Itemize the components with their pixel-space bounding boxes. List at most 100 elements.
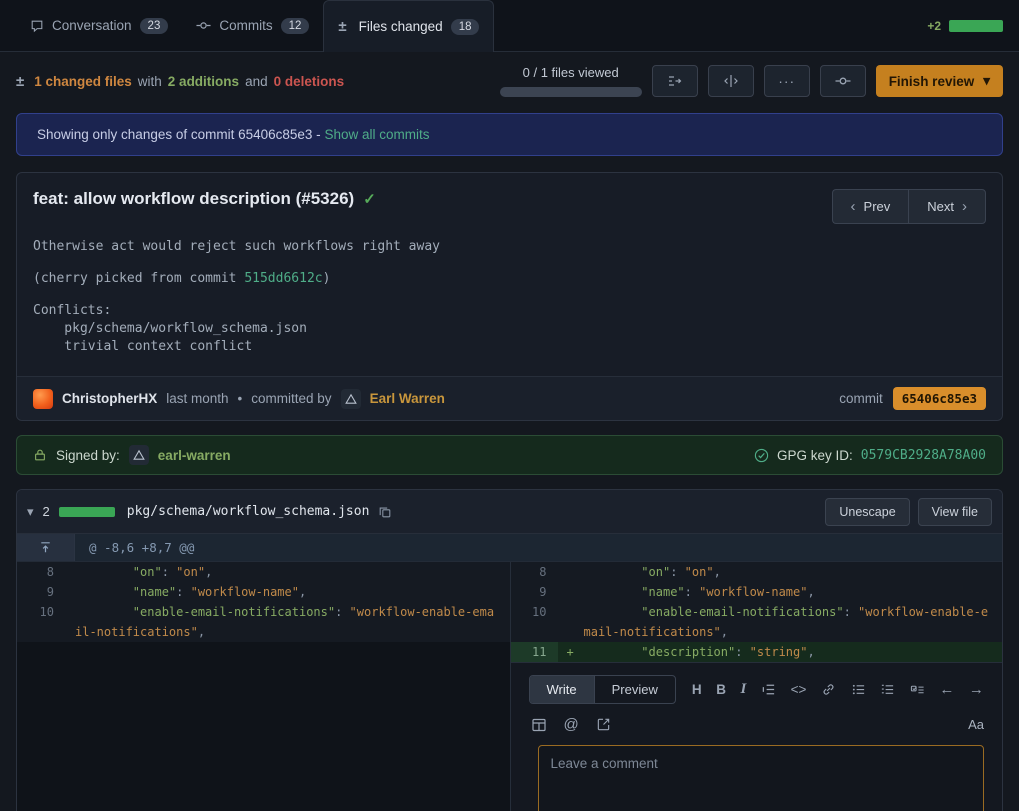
comment-input[interactable]	[538, 745, 985, 811]
files-viewed: 0 / 1 files viewed	[500, 65, 642, 97]
commit-hash-badge[interactable]: 65406c85e3	[893, 387, 986, 410]
line-number-left[interactable]: 8	[17, 562, 65, 582]
next-commit-button[interactable]: Next ›	[908, 189, 986, 224]
code-token: "on"	[75, 565, 162, 579]
tab-preview[interactable]: Preview	[594, 676, 675, 703]
copy-icon[interactable]	[378, 505, 392, 519]
code-token: ,	[714, 565, 721, 579]
code-token: :	[735, 645, 749, 659]
code-token: "workflow-name"	[699, 585, 807, 599]
ellipsis-icon: ···	[778, 73, 795, 89]
committer-avatar[interactable]	[341, 389, 361, 409]
caret-down-icon: ▾	[983, 73, 990, 89]
view-file-button[interactable]: View file	[918, 498, 992, 526]
bullet-list-icon[interactable]	[851, 682, 866, 697]
expand-hunk-button[interactable]	[17, 534, 75, 561]
deletions-count: 0 deletions	[274, 74, 345, 89]
finish-review-button[interactable]: Finish review ▾	[876, 65, 1003, 97]
file-diff-icon: ±	[338, 18, 346, 35]
empty-code-cell	[65, 642, 510, 662]
diff-options-button[interactable]: ···	[764, 65, 810, 97]
commit-select-button[interactable]	[820, 65, 866, 97]
whitespace-options-button[interactable]	[652, 65, 698, 97]
line-number-right[interactable]: 10	[510, 602, 558, 642]
diff-code-left-9: "name": "workflow-name",	[65, 582, 510, 602]
arrow-right-icon[interactable]: →	[969, 681, 984, 698]
signer-name-link[interactable]: earl-warren	[158, 448, 231, 463]
line-number-right[interactable]: 9	[510, 582, 558, 602]
split-diff-table: 8 "on": "on", 8 "on": "on", 9 "name": "w…	[17, 562, 1002, 811]
code-icon[interactable]: <>	[791, 682, 807, 697]
ci-success-check-icon[interactable]: ✓	[363, 190, 376, 208]
task-list-icon[interactable]	[910, 682, 925, 697]
tab-conversation[interactable]: Conversation 23	[16, 0, 182, 51]
code-token: ,	[721, 625, 728, 639]
markdown-editor-header: Write Preview H B I <>	[529, 675, 985, 704]
prev-commit-button[interactable]: ‹ Prev	[832, 189, 909, 224]
tab-label: Files changed	[359, 19, 443, 34]
committer-name-link[interactable]: Earl Warren	[370, 391, 445, 406]
code-token: :	[670, 565, 684, 579]
tab-label: Commits	[219, 18, 272, 33]
reference-icon[interactable]	[596, 717, 611, 732]
italic-icon[interactable]: I	[741, 681, 747, 698]
commit-header: feat: allow workflow description (#5326)…	[17, 173, 1002, 230]
author-name-link[interactable]: ChristopherHX	[62, 391, 157, 406]
heading-icon[interactable]: H	[692, 682, 702, 697]
line-number-left[interactable]: 9	[17, 582, 65, 602]
additions-count: 2 additions	[168, 74, 239, 89]
code-token: "string"	[750, 645, 808, 659]
file-diff-box: ▾ 2 pkg/schema/workflow_schema.json Unes…	[16, 489, 1003, 811]
code-token: "name"	[584, 585, 685, 599]
numbered-list-icon[interactable]	[880, 682, 895, 697]
diff-stat-summary: +2	[927, 0, 1003, 51]
code-token: "enable-email-notifications"	[584, 605, 844, 619]
changed-files-link[interactable]: 1 changed files	[34, 74, 132, 89]
show-all-commits-link[interactable]: Show all commits	[324, 127, 429, 142]
mention-icon[interactable]: @	[564, 716, 579, 733]
next-label: Next	[927, 199, 954, 214]
unescape-button[interactable]: Unescape	[825, 498, 909, 526]
code-token: ,	[198, 625, 205, 639]
commit-message-line: Otherwise act would reject such workflow…	[33, 238, 986, 256]
gpg-key-group: GPG key ID: 0579CB2928A78A00	[754, 448, 986, 463]
tab-commits[interactable]: Commits 12	[182, 0, 323, 51]
signer-avatar[interactable]	[129, 445, 149, 465]
link-icon[interactable]	[821, 682, 836, 697]
commits-count-badge: 12	[281, 18, 310, 34]
code-token: "on"	[685, 565, 714, 579]
table-icon[interactable]	[531, 717, 547, 733]
diff-code-right-8: "on": "on",	[558, 562, 1003, 582]
code-token: :	[335, 605, 349, 619]
quote-icon[interactable]	[761, 682, 776, 697]
line-number-right[interactable]: 11	[510, 642, 558, 662]
commit-label: commit	[839, 391, 883, 406]
bold-icon[interactable]: B	[716, 682, 726, 697]
arrow-left-icon[interactable]: ←	[939, 681, 954, 698]
file-name-link[interactable]: pkg/schema/workflow_schema.json	[127, 504, 370, 519]
files-viewed-progress-bar	[500, 87, 642, 97]
author-avatar[interactable]	[33, 389, 53, 409]
diff-code-right-11-added: + "description": "string",	[558, 642, 1003, 662]
diff-stat-additions: +2	[927, 19, 941, 33]
split-view-button[interactable]	[708, 65, 754, 97]
tab-write[interactable]: Write	[530, 676, 594, 703]
summary-text: with	[138, 74, 162, 89]
code-token: :	[162, 565, 176, 579]
diff-code-left-8: "on": "on",	[65, 562, 510, 582]
commit-title: feat: allow workflow description (#5326)…	[33, 189, 376, 209]
commit-filter-banner: Showing only changes of commit 65406c85e…	[16, 113, 1003, 156]
line-number-left[interactable]: 10	[17, 602, 65, 642]
line-number-right[interactable]: 8	[510, 562, 558, 582]
chevron-down-icon[interactable]: ▾	[27, 504, 34, 520]
cherry-pick-commit-link[interactable]: 515dd6612c	[244, 271, 322, 286]
tab-files-changed[interactable]: ± Files changed 18	[323, 0, 494, 52]
pr-files-page: Conversation 23 Commits 12 ± Files chang…	[0, 0, 1019, 811]
gpg-key-label: GPG key ID:	[777, 448, 853, 463]
diff-code-right-10: "enable-email-notifications": "workflow-…	[558, 602, 1003, 642]
signed-by-label: Signed by:	[56, 448, 120, 463]
text-size-toggle[interactable]: Aa	[968, 717, 984, 732]
diff-toolbar: ± 1 changed files with 2 additions and 0…	[0, 52, 1019, 110]
hunk-header-text: @ -8,6 +8,7 @@	[75, 540, 194, 555]
code-token: ,	[205, 565, 212, 579]
